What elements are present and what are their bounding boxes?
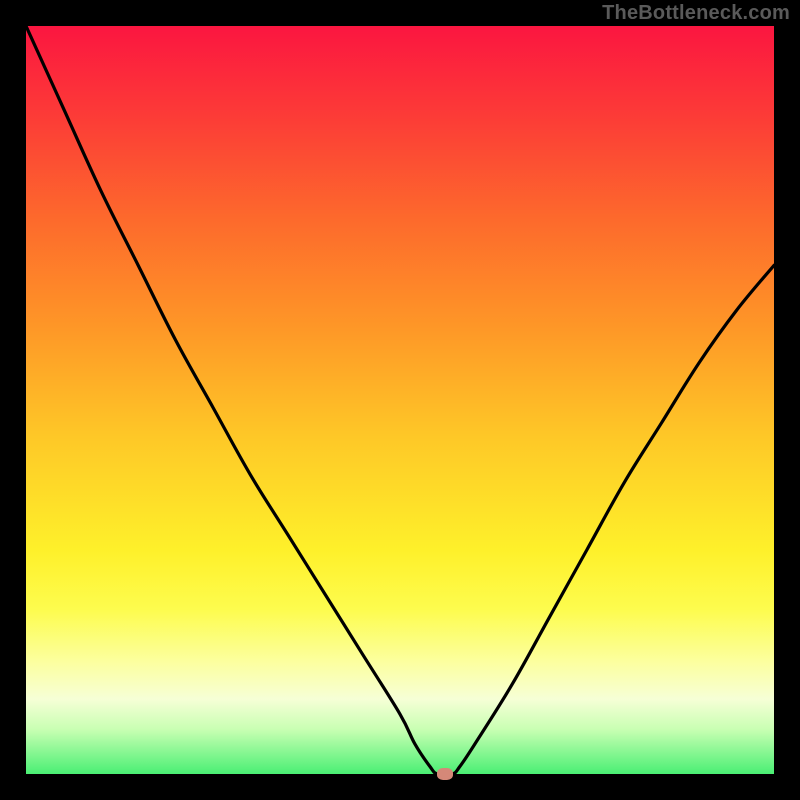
bottleneck-curve <box>26 26 774 774</box>
optimal-point-marker <box>437 768 453 780</box>
chart-frame: TheBottleneck.com <box>0 0 800 800</box>
plot-area <box>26 26 774 774</box>
watermark-text: TheBottleneck.com <box>602 2 790 25</box>
